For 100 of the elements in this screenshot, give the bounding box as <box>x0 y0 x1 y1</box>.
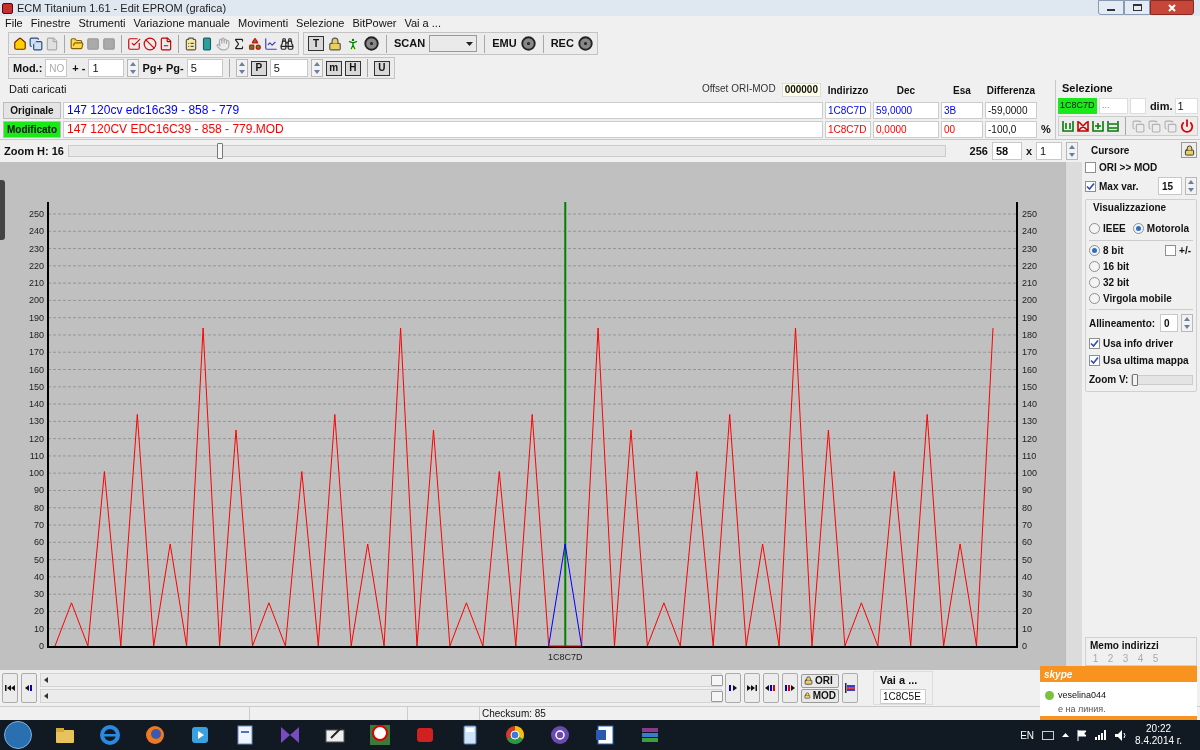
axis-label: 90 <box>1022 485 1032 496</box>
menu-item[interactable]: Selezione <box>292 16 349 30</box>
prohibition-icon[interactable] <box>143 36 157 51</box>
row-label-button[interactable]: Modificato <box>3 120 61 138</box>
menu-item[interactable]: Vai a ... <box>400 16 445 30</box>
person-icon[interactable] <box>346 36 360 51</box>
row-label-button[interactable]: Originale <box>3 101 61 119</box>
power-icon[interactable] <box>1180 119 1194 133</box>
scrollbar[interactable] <box>40 689 722 703</box>
axis-label: 240 <box>1022 226 1038 237</box>
spin-button[interactable] <box>310 59 323 77</box>
menu-item[interactable]: Variazione manuale <box>129 16 234 30</box>
nav-button[interactable] <box>2 673 18 703</box>
lock-button[interactable]: ORI <box>801 673 839 688</box>
record-icon[interactable] <box>364 36 379 51</box>
nav-button[interactable] <box>782 673 798 703</box>
p-field[interactable]: 5 <box>269 59 308 77</box>
nav-button[interactable] <box>21 673 37 703</box>
maximize-button[interactable] <box>1124 0 1150 15</box>
record-icon[interactable] <box>577 36 593 51</box>
alignment-field[interactable]: 0 <box>1160 314 1178 332</box>
home-icon[interactable] <box>13 36 27 51</box>
zoom-value-field[interactable]: 58 <box>991 142 1022 160</box>
cursor-address: 1C8C7D <box>548 652 583 662</box>
start-button[interactable] <box>4 721 32 749</box>
spin-button[interactable] <box>1185 177 1197 195</box>
radio-button[interactable] <box>1132 223 1144 234</box>
caret-icon[interactable] <box>1062 733 1070 737</box>
multiplier-field[interactable]: 1 <box>1036 142 1062 160</box>
lock-button[interactable]: MOD <box>801 688 839 703</box>
key-button[interactable]: P <box>250 60 267 76</box>
dim-field[interactable]: 1 <box>1174 98 1198 114</box>
line-chart-icon[interactable] <box>264 36 278 51</box>
side-handle[interactable] <box>0 180 5 240</box>
sigma-icon[interactable] <box>232 36 246 51</box>
page-field[interactable]: 5 <box>186 59 223 77</box>
range-icon[interactable] <box>1092 120 1104 132</box>
menu-item[interactable]: BitPower <box>348 16 401 30</box>
slider-thumb[interactable] <box>216 143 223 159</box>
nav-button[interactable] <box>744 673 760 703</box>
minimize-button[interactable] <box>1098 0 1124 15</box>
goto-field[interactable]: 1C8C5E <box>880 688 926 704</box>
key-button[interactable]: H <box>344 60 361 76</box>
radio-button[interactable] <box>1089 223 1100 234</box>
shapes-icon[interactable] <box>248 36 262 51</box>
key-button[interactable]: U <box>373 60 390 76</box>
lock-icon[interactable] <box>328 36 342 51</box>
nav-button[interactable] <box>763 673 779 703</box>
bar-icon[interactable] <box>200 36 214 51</box>
windows-icon[interactable] <box>29 36 43 51</box>
record-icon[interactable] <box>520 36 536 51</box>
scrollbar[interactable] <box>40 673 722 687</box>
binoculars-icon[interactable] <box>280 36 294 51</box>
checked-box-icon[interactable] <box>127 36 141 51</box>
spin-button[interactable] <box>1181 314 1193 332</box>
radio-button[interactable] <box>1089 293 1100 304</box>
radio-button[interactable] <box>1089 277 1100 288</box>
lock-button[interactable] <box>1181 142 1197 158</box>
key-button[interactable]: m <box>325 60 342 76</box>
notification-popup[interactable]: skype veselina044 е на линия. <box>1040 666 1197 720</box>
slider-thumb[interactable] <box>1132 373 1139 386</box>
keyboard-icon[interactable] <box>1042 730 1055 740</box>
menu-item[interactable]: Strumenti <box>74 16 130 30</box>
range-icon[interactable] <box>1107 120 1119 132</box>
key-button[interactable]: T <box>308 36 324 51</box>
radio-button[interactable] <box>1089 245 1100 256</box>
clipboard-icon[interactable] <box>184 36 198 51</box>
spin-button[interactable] <box>1066 142 1078 160</box>
checkbox[interactable] <box>1089 338 1100 349</box>
menu-item[interactable]: Finestre <box>26 16 75 30</box>
speaker-icon[interactable] <box>1115 729 1128 741</box>
clock-time[interactable]: 20:22 <box>1146 723 1172 735</box>
radio-button[interactable] <box>1089 261 1100 272</box>
checkmark-icon <box>1086 181 1095 191</box>
checkbox[interactable] <box>1085 180 1096 192</box>
step-field[interactable]: 1 <box>88 59 125 77</box>
language-indicator[interactable]: EN <box>1020 727 1035 743</box>
slider-track[interactable] <box>67 145 946 157</box>
scrollbar-thumb[interactable] <box>711 691 723 702</box>
menu-item[interactable]: Movimenti <box>234 16 293 30</box>
checkbox[interactable] <box>1085 162 1096 173</box>
axis-label: 120 <box>1022 433 1038 444</box>
folder-icon[interactable] <box>70 36 84 51</box>
swap-button[interactable] <box>842 673 858 703</box>
slider-track[interactable] <box>1131 374 1193 385</box>
range-icon[interactable] <box>1077 120 1089 132</box>
clock-date[interactable]: 8.4.2014 г. <box>1135 735 1182 747</box>
signal-icon[interactable] <box>1095 730 1108 740</box>
nav-button[interactable] <box>725 673 741 703</box>
menu-item[interactable]: File <box>1 16 27 30</box>
close-button[interactable] <box>1150 0 1194 15</box>
document-icon[interactable] <box>159 36 173 51</box>
checkbox[interactable] <box>1089 355 1100 366</box>
spin-button[interactable] <box>235 59 248 77</box>
scrollbar-thumb[interactable] <box>711 675 723 686</box>
spin-button[interactable] <box>127 59 140 77</box>
checkbox[interactable] <box>1165 245 1177 256</box>
max-var-field[interactable]: 15 <box>1158 177 1182 195</box>
range-icon[interactable] <box>1062 120 1074 132</box>
flag-icon[interactable] <box>1077 729 1088 741</box>
